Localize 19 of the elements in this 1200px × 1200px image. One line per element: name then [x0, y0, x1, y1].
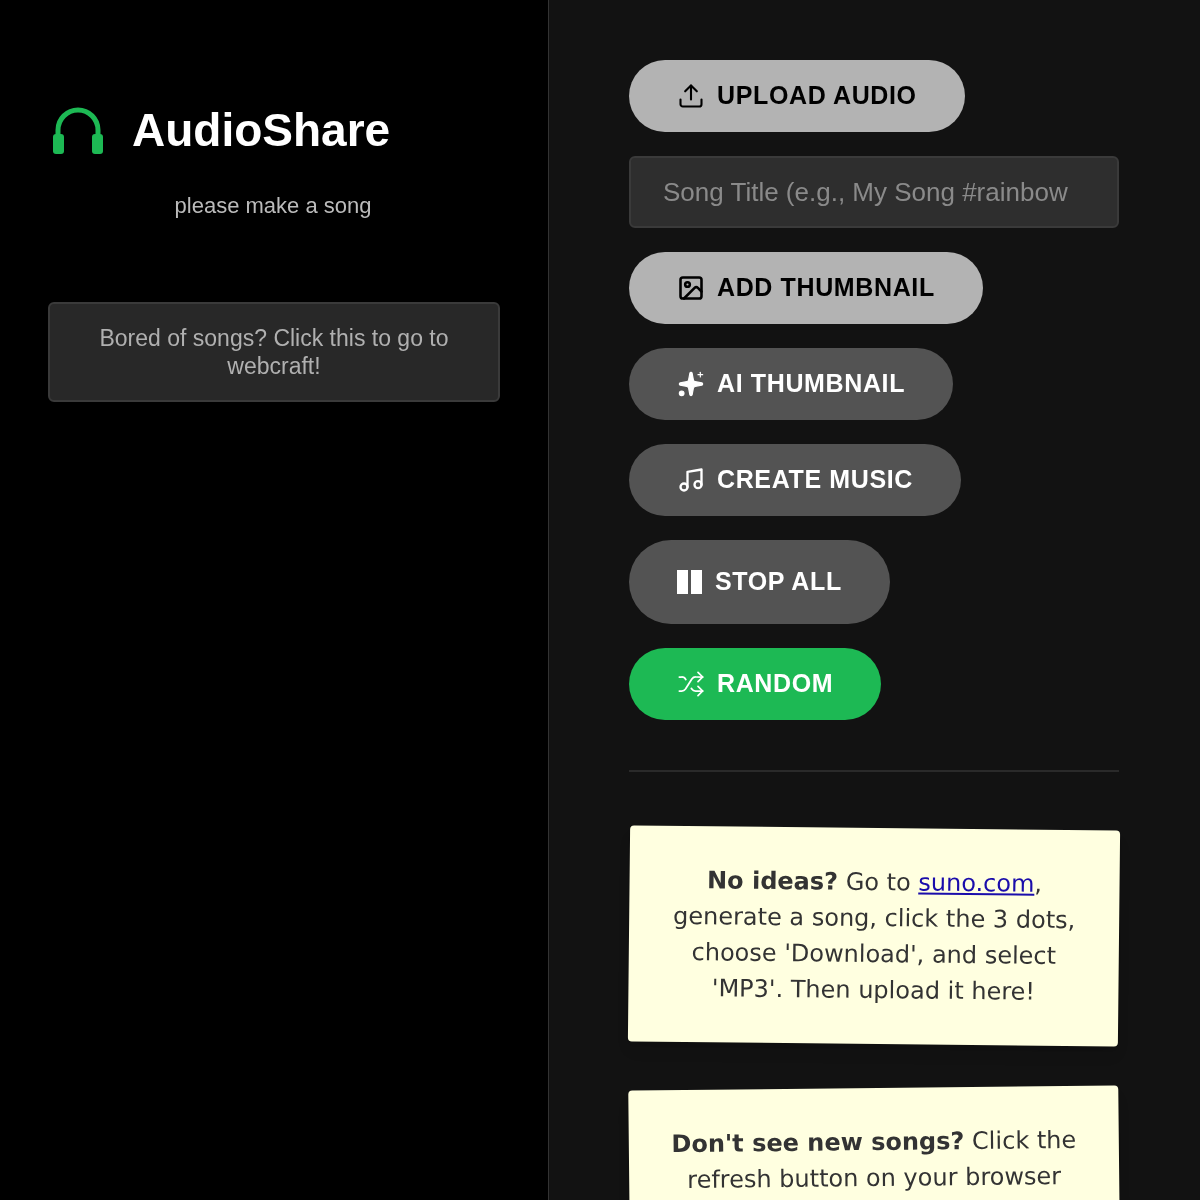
webcraft-button[interactable]: Bored of songs? Click this to go to webcraft! [48, 302, 500, 402]
action-button[interactable]: STOP ALL [629, 540, 890, 624]
image-icon [677, 274, 705, 302]
headphones-icon [52, 105, 104, 156]
tip-text: Don't see new songs? Click the refresh button on your browser [670, 1124, 1078, 1196]
song-title-field[interactable]: Song Title (e.g., My Song #rainbow [629, 156, 1119, 228]
action-button[interactable]: ADD THUMBNAIL [629, 252, 983, 324]
action-button[interactable]: UPLOAD AUDIO [629, 60, 965, 132]
suno-link[interactable]: suno.com [918, 868, 1035, 898]
shuffle-icon [677, 670, 705, 698]
sparkles-icon [677, 370, 705, 398]
tip-text: No ideas? Go to suno.com, generate a song, click the 3 dots, choose 'Download', and select 'MP3'. Then upload it here! [671, 865, 1077, 1008]
music-note-icon [677, 466, 705, 494]
action-button[interactable]: CREATE MUSIC [629, 444, 961, 516]
pause-icon [677, 570, 703, 594]
tagline: please make a song [173, 192, 373, 220]
upload-icon [677, 82, 705, 110]
app-title: AudioShare [132, 103, 391, 158]
action-button[interactable]: AI THUMBNAIL [629, 348, 954, 420]
